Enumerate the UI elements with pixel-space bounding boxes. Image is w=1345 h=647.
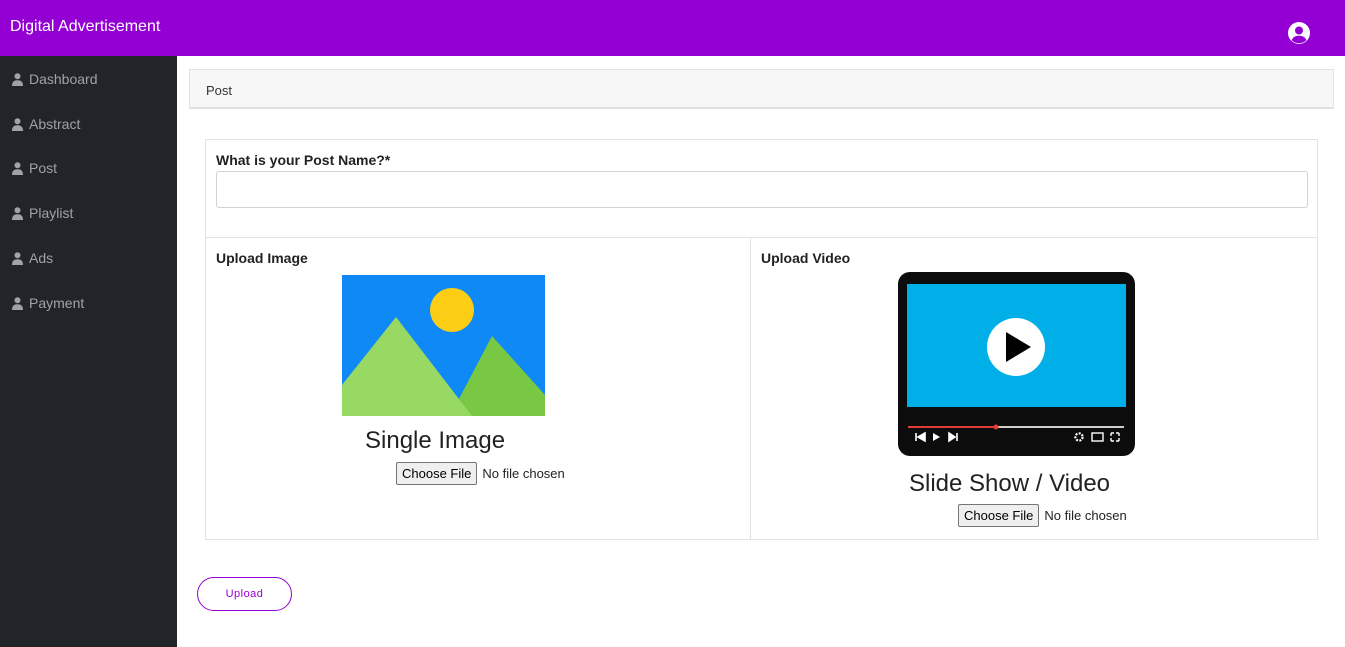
sidebar-item-label: Ads (29, 250, 54, 266)
video-file-status: No file chosen (1044, 508, 1127, 523)
upload-video-label: Upload Video (761, 250, 851, 266)
sidebar-item-payment[interactable]: Payment (12, 293, 172, 313)
image-file-status: No file chosen (482, 466, 565, 481)
breadcrumb: Post (189, 69, 1334, 109)
user-icon (12, 206, 23, 220)
post-form-card: What is your Post Name?* Upload Image Si… (205, 139, 1318, 540)
breadcrumb-current: Post (206, 83, 233, 98)
user-icon (12, 117, 23, 131)
sidebar-item-abstract[interactable]: Abstract (12, 114, 172, 134)
upload-button[interactable]: Upload (197, 577, 292, 611)
sidebar-item-label: Payment (29, 295, 85, 311)
post-name-label: What is your Post Name?* (216, 152, 391, 168)
sidebar-item-playlist[interactable]: Playlist (12, 203, 172, 223)
user-icon (12, 161, 23, 175)
sidebar-item-label: Abstract (29, 116, 81, 132)
user-circle-icon[interactable] (1287, 21, 1311, 45)
image-file-input: Choose File No file chosen (396, 462, 565, 485)
single-image-title: Single Image (365, 427, 506, 454)
video-player-icon (898, 272, 1135, 456)
image-choose-file-button[interactable]: Choose File (396, 462, 478, 485)
user-icon (12, 251, 23, 265)
image-placeholder-icon (342, 275, 545, 416)
sidebar: Dashboard Abstract Post Playlist Ads Pay… (0, 56, 177, 647)
slideshow-video-title: Slide Show / Video (909, 470, 1111, 497)
user-icon (12, 296, 23, 310)
user-icon (12, 72, 23, 86)
sidebar-item-label: Playlist (29, 205, 74, 221)
sidebar-item-post[interactable]: Post (12, 158, 172, 178)
top-bar: Digital Advertisement (0, 0, 1345, 56)
sidebar-item-ads[interactable]: Ads (12, 248, 172, 268)
sidebar-item-label: Dashboard (29, 71, 98, 87)
app-title: Digital Advertisement (10, 18, 161, 35)
sidebar-item-label: Post (29, 160, 58, 176)
upload-image-label: Upload Image (216, 250, 308, 266)
sidebar-item-dashboard[interactable]: Dashboard (12, 69, 172, 89)
divider (750, 238, 751, 539)
divider (206, 237, 1317, 238)
video-file-input: Choose File No file chosen (958, 504, 1127, 527)
post-name-input[interactable] (216, 171, 1308, 208)
video-choose-file-button[interactable]: Choose File (958, 504, 1040, 527)
